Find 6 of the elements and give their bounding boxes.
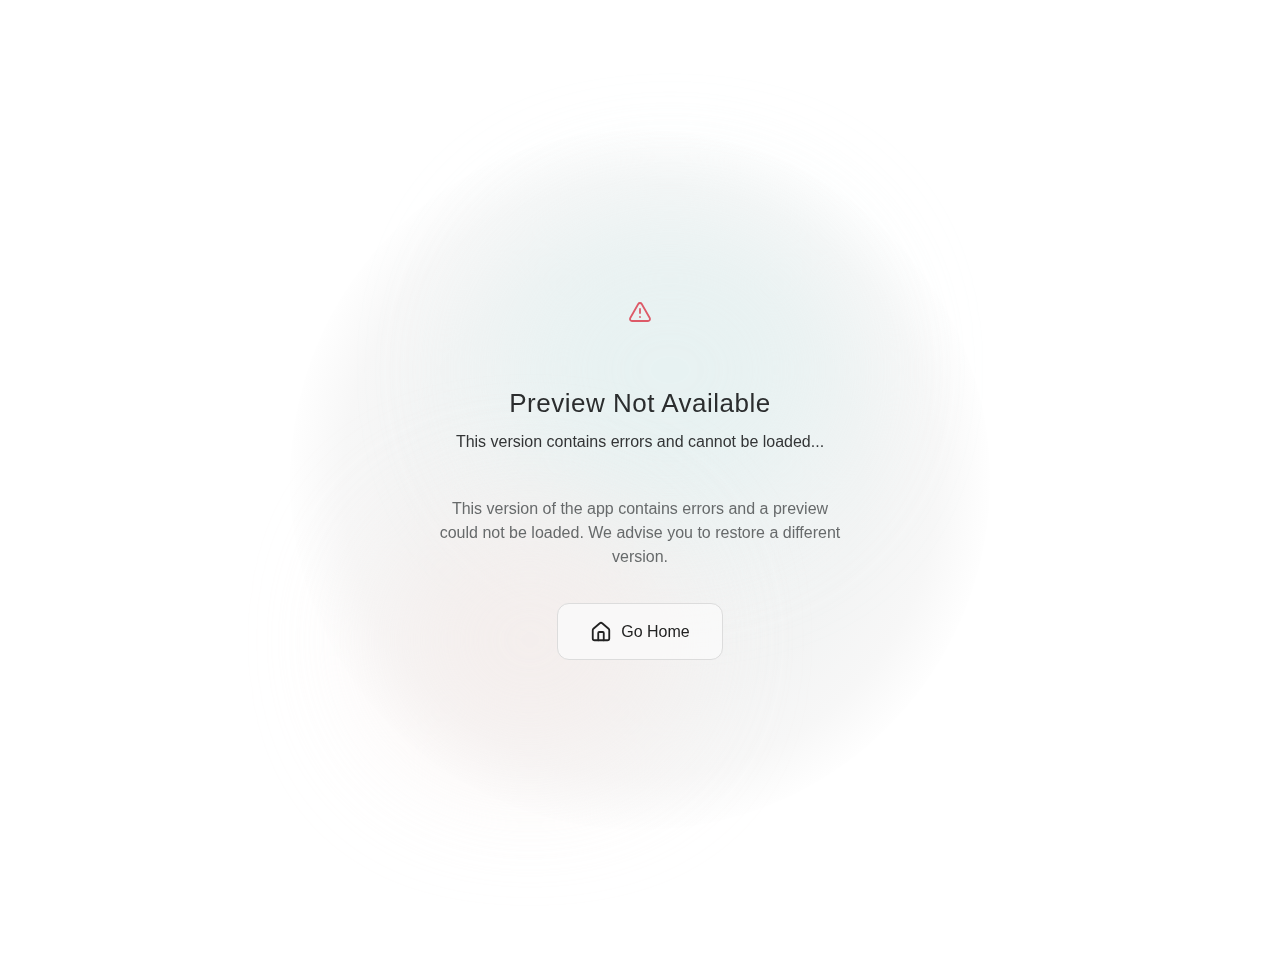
- page-title: Preview Not Available: [509, 387, 771, 419]
- error-message: This version of the app contains errors and a preview could not be loaded. We advise you to restore a different version.: [438, 499, 842, 567]
- page-subtitle: This version contains errors and cannot be loaded...: [455, 432, 825, 452]
- go-home-button[interactable]: Go Home: [557, 603, 723, 660]
- warning-icon: [628, 300, 652, 324]
- home-icon: [590, 620, 613, 643]
